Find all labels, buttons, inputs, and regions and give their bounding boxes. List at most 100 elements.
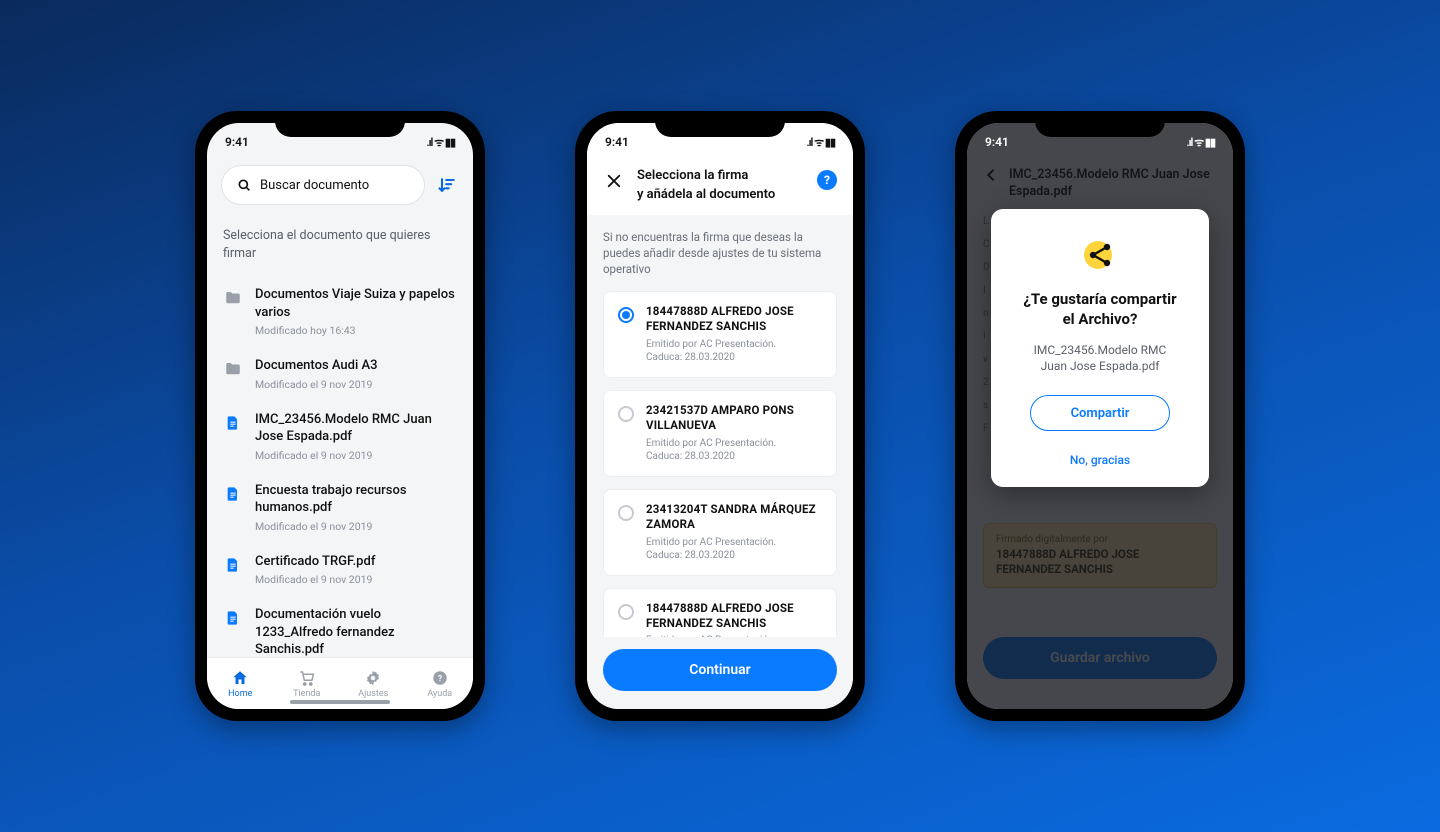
status-time: 9:41 [605,135,629,149]
svg-text:?: ? [438,674,442,684]
radio[interactable] [618,604,634,620]
status-icons: .ıl ᯤ ▮▮ [426,135,455,150]
screen2-header: Selecciona la firma y añádela al documen… [587,161,853,215]
signature-name: 18447888D ALFREDO JOSE FERNANDEZ SANCHIS [646,601,822,631]
tab-tienda-label: Tienda [293,689,320,699]
search-icon [236,177,252,193]
list-item-meta: Modificado el 9 nov 2019 [255,573,457,586]
signature-meta: Emitido por AC Presentación. Caduca: 28.0… [646,338,822,365]
file-icon [223,413,243,433]
phone-share-modal: 9:41 .ıl ᯤ ▮▮ IMC_23456.Modelo RMC Juan … [955,111,1245,721]
list-item-meta: Modificado el 9 nov 2019 [255,378,457,391]
tab-home-label: Home [228,689,252,699]
signature-name: 23421537D AMPARO PONS VILLANUEVA [646,403,822,433]
signature-expiry: Caduca: 28.03.2020 [646,550,735,561]
signature-card[interactable]: 23421537D AMPARO PONS VILLANUEVA Emitido … [603,390,837,477]
tab-ayuda[interactable]: ? Ayuda [407,658,474,709]
list-item-meta: Modificado el 9 nov 2019 [255,520,457,533]
sort-icon [437,175,457,195]
share-icon [1078,233,1122,277]
list-item-meta: Modificado hoy 16:43 [255,324,457,337]
share-button-label: Compartir [1071,406,1130,421]
list-item-title: Documentos Viaje Suiza y papelos varios [255,286,457,321]
signature-name: 23413204T SANDRA MÁRQUEZ ZAMORA [646,502,822,532]
signature-name: 18447888D ALFREDO JOSE FERNANDEZ SANCHIS [646,304,822,334]
no-thanks-label: No, gracias [1070,453,1130,467]
notch [655,111,785,137]
no-thanks-button[interactable]: No, gracias [1009,453,1191,467]
screen2-help-note: Si no encuentras la firma que deseas la … [603,229,837,277]
screen-3: 9:41 .ıl ᯤ ▮▮ IMC_23456.Modelo RMC Juan … [967,123,1233,709]
signature-meta: Emitido por AC Presentación. Caduca: 28.0… [646,437,822,464]
folder-icon [223,288,243,308]
screen2-title-line2: y añádela al documento [637,187,775,202]
sort-button[interactable] [435,173,459,197]
screen2-title: Selecciona la firma y añádela al documen… [637,167,805,205]
modal-filename-line1: IMC_23456.Modelo RMC [1034,343,1167,357]
status-icons: .ıl ᯤ ▮▮ [806,135,835,150]
help-button[interactable]: ? [817,170,837,190]
signature-meta: Emitido por AC Presentación. Caduca: 28.0… [646,536,822,563]
close-button[interactable] [603,170,625,192]
modal-filename-line2: Juan Jose Espada.pdf [1041,359,1160,373]
signature-issuer: Emitido por AC Presentación. [646,339,776,350]
gear-icon [364,669,382,687]
list-item[interactable]: Documentos Audi A3 Modificado el 9 nov 20… [221,347,459,401]
tab-ayuda-label: Ayuda [427,689,452,699]
share-modal: ¿Te gustaría compartir el Archivo? IMC_2… [991,209,1209,487]
folder-icon [223,359,243,379]
list-item-title: Certificado TRGF.pdf [255,553,457,571]
list-item-title: IMC_23456.Modelo RMC Juan Jose Espada.pd… [255,411,457,446]
list-item[interactable]: Documentos Viaje Suiza y papelos varios M… [221,276,459,347]
list-item[interactable]: IMC_23456.Modelo RMC Juan Jose Espada.pd… [221,401,459,472]
cart-icon [298,669,316,687]
screen2-title-line1: Selecciona la firma [637,168,748,183]
status-icons: .ıl ᯤ ▮▮ [1186,135,1215,150]
modal-title-line2: el Archivo? [1063,310,1138,328]
close-icon [605,172,623,190]
file-icon [223,608,243,628]
search-placeholder: Buscar documento [260,178,369,193]
radio[interactable] [618,406,634,422]
phone-select-signature: 9:41 .ıl ᯤ ▮▮ Selecciona la firma y añád… [575,111,865,721]
tab-home[interactable]: Home [207,658,274,709]
file-icon [223,555,243,575]
tab-bar: Home Tienda Ajustes ? Ayuda [207,657,473,709]
continue-label: Continuar [689,662,750,678]
list-item-title: Documentos Audi A3 [255,357,457,375]
signature-issuer: Emitido por AC Presentación. [646,537,776,548]
home-icon [231,669,249,687]
list-item[interactable]: Documentación vuelo 1233_Alfredo fernand… [221,596,459,657]
list-item-title: Encuesta trabajo recursos humanos.pdf [255,482,457,517]
continue-button[interactable]: Continuar [603,649,837,691]
signature-card[interactable]: 23413204T SANDRA MÁRQUEZ ZAMORA Emitido p… [603,489,837,576]
list-item[interactable]: Certificado TRGF.pdf Modificado el 9 nov … [221,543,459,597]
radio[interactable] [618,505,634,521]
share-button[interactable]: Compartir [1030,395,1170,431]
list-item[interactable]: Encuesta trabajo recursos humanos.pdf Mod… [221,472,459,543]
document-list-subtitle: Selecciona el documento que quieres firm… [223,227,457,262]
screen-2: 9:41 .ıl ᯤ ▮▮ Selecciona la firma y añád… [587,123,853,709]
signature-issuer: Emitido por AC Presentación. [646,438,776,449]
notch [275,111,405,137]
modal-title-line1: ¿Te gustaría compartir [1023,290,1176,308]
list-item-meta: Modificado el 9 nov 2019 [255,449,457,462]
modal-filename: IMC_23456.Modelo RMC Juan Jose Espada.pd… [1009,342,1191,376]
signature-card[interactable]: 18447888D ALFREDO JOSE FERNANDEZ SANCHIS… [603,291,837,378]
question-icon: ? [824,173,830,187]
status-time: 9:41 [985,135,1009,149]
notch [1035,111,1165,137]
phone-document-list: 9:41 .ıl ᯤ ▮▮ Buscar documento Seleccion… [195,111,485,721]
screen-1: 9:41 .ıl ᯤ ▮▮ Buscar documento Seleccion… [207,123,473,709]
radio[interactable] [618,307,634,323]
list-item-title: Documentación vuelo 1233_Alfredo fernand… [255,606,457,657]
signature-expiry: Caduca: 28.03.2020 [646,451,735,462]
tab-ajustes-label: Ajustes [358,689,388,699]
home-indicator [290,700,390,704]
signature-expiry: Caduca: 28.03.2020 [646,352,735,363]
status-time: 9:41 [225,135,249,149]
file-icon [223,484,243,504]
help-icon: ? [431,669,449,687]
modal-title: ¿Te gustaría compartir el Archivo? [1009,289,1191,330]
search-input[interactable]: Buscar documento [221,165,425,205]
